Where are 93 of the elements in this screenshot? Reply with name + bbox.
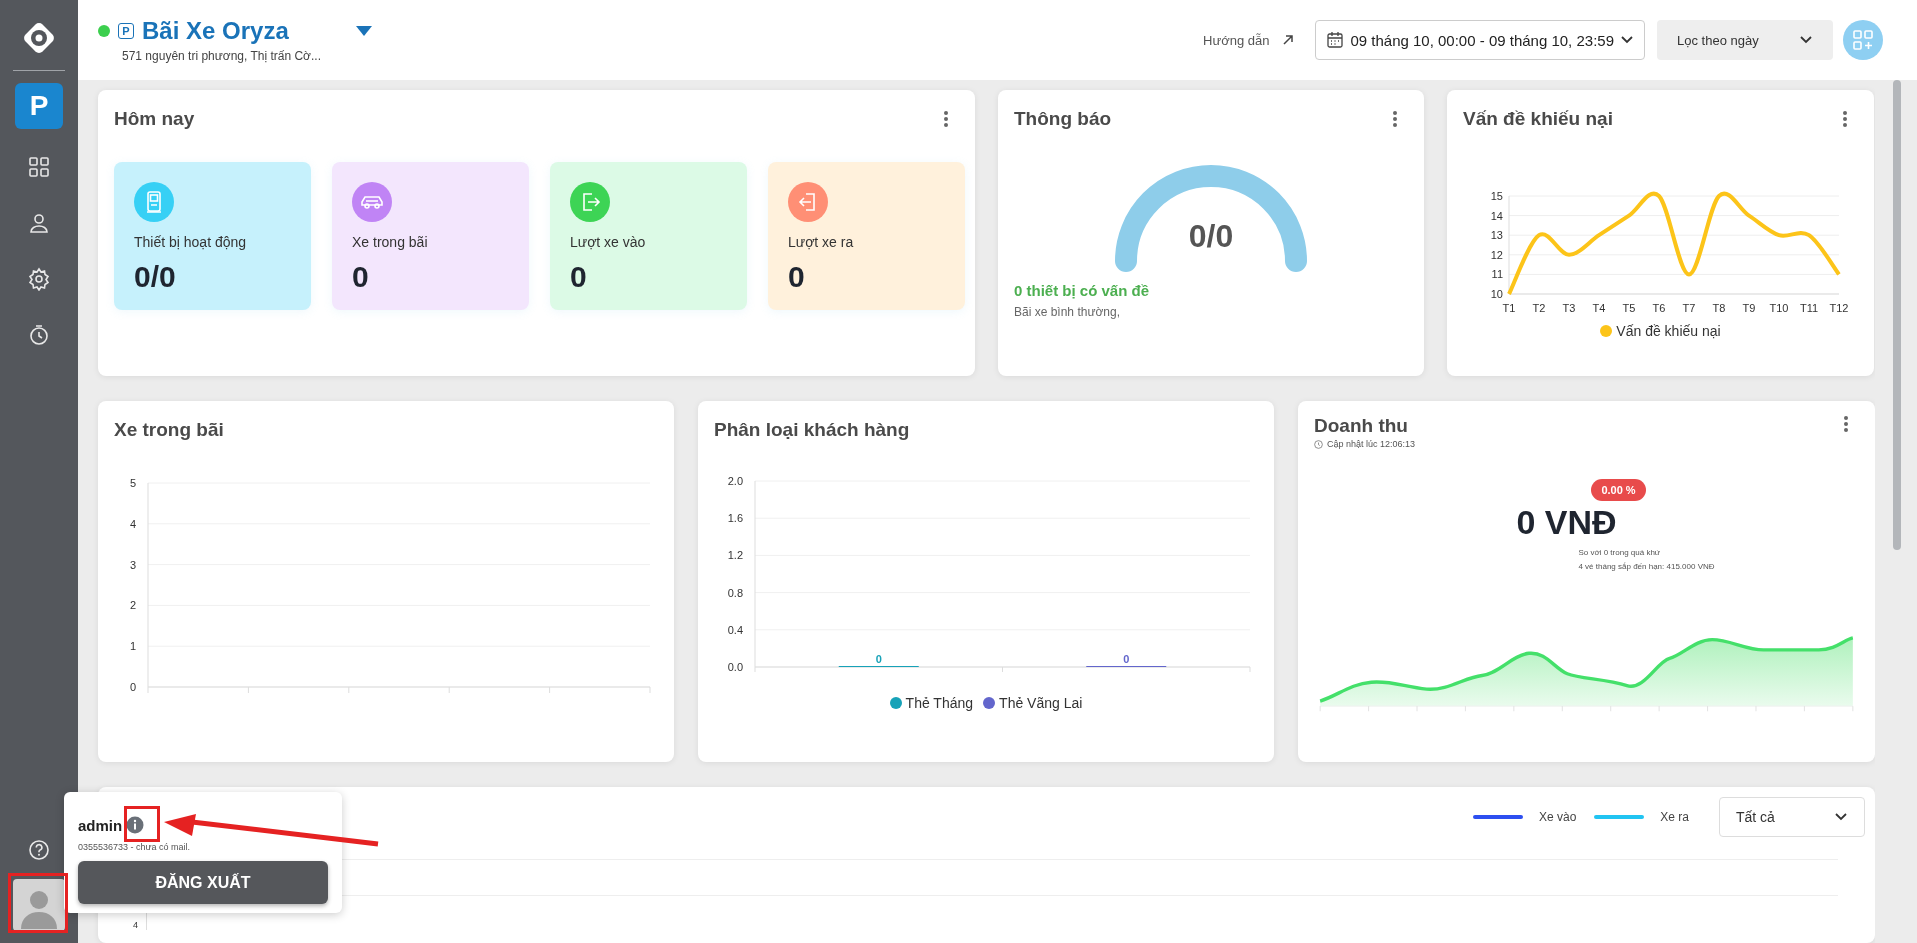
updated-time: Cập nhật lúc 12:06:13 [1327, 439, 1416, 449]
card-title: Xe trong bãi [114, 419, 224, 441]
logout-button[interactable]: ĐĂNG XUẤT [78, 861, 328, 904]
stat-value: 0 [788, 260, 806, 294]
stat-label: Xe trong bãi [352, 234, 429, 250]
axis-tick: 1.2 [727, 549, 743, 562]
more-icon[interactable] [1392, 110, 1398, 128]
axis-tick: T12 [1829, 302, 1849, 314]
status-text: Bãi xe bình thường, [1013, 304, 1121, 319]
stat-label: Thiết bị hoạt động [134, 234, 248, 250]
card-title: Vấn đề khiếu nại [1463, 108, 1613, 130]
axis-tick: T8 [1712, 302, 1726, 314]
date-range-picker[interactable]: 09 tháng 10, 00:00 - 09 tháng 10, 23:59 [1315, 20, 1645, 60]
highlight-box [8, 873, 68, 933]
more-icon[interactable] [1843, 415, 1849, 433]
car-icon [352, 182, 392, 222]
card-title: Phân loại khách hàng [714, 419, 910, 441]
clock-icon [1314, 439, 1323, 449]
logout-icon [788, 182, 828, 222]
axis-tick: 15 [1490, 190, 1503, 202]
data-label: 0 [875, 653, 882, 665]
axis-tick: 10 [1490, 288, 1503, 300]
stat-label: Lượt xe vào [570, 234, 647, 250]
vehicle-filter-dropdown[interactable]: Tất cả [1719, 797, 1865, 837]
legend-label: Xe ra [1660, 810, 1689, 824]
axis-tick: 13 [1490, 229, 1503, 242]
axis-tick: T1 [1502, 302, 1516, 314]
due-text: 4 vé tháng sắp đến hạn: 415.000 VNĐ [1578, 562, 1715, 571]
more-icon[interactable] [943, 110, 949, 128]
calendar-icon [1326, 31, 1345, 49]
card-title: Thông báo [1014, 108, 1112, 130]
axis-tick: 11 [1491, 268, 1503, 281]
axis-tick: T7 [1682, 302, 1696, 314]
axis-tick: T2 [1532, 302, 1546, 314]
chevron-down-icon [1834, 812, 1848, 822]
axis-tick: T6 [1652, 302, 1666, 314]
avatar[interactable] [13, 879, 65, 931]
comparison-text: So với 0 trong quá khứ [1578, 548, 1662, 557]
axis-tick: 0.8 [727, 586, 743, 599]
axis-tick: 1.6 [727, 512, 743, 525]
axis-tick: T10 [1769, 302, 1789, 314]
issue-count: 0 thiết bị có vấn đề [1013, 281, 1151, 299]
axis-tick: 0.0 [727, 661, 743, 673]
chevron-down-icon [1799, 35, 1813, 45]
revenue-amount: 0 VNĐ [1516, 503, 1617, 542]
kiosk-icon [134, 182, 174, 222]
card-title: Doanh thu [1314, 415, 1409, 437]
parking-tab[interactable]: P [15, 83, 63, 129]
legend-label: Thẻ Vãng Lai [999, 695, 1083, 711]
card-title: Hôm nay [114, 108, 195, 130]
axis-tick: 3 [129, 558, 136, 571]
axis-tick: 4 [129, 517, 136, 530]
gauge-value: 0/0 [1187, 218, 1235, 255]
legend-label: Xe vào [1538, 810, 1577, 824]
axis-tick: T11 [1799, 302, 1819, 314]
axis-tick: T3 [1562, 302, 1576, 314]
stat-label: Lượt xe ra [788, 234, 855, 250]
contact-info: 0355536733 - chưa có mail. [78, 842, 192, 852]
chevron-down-icon [1620, 35, 1634, 45]
change-badge: 0.00 % [1591, 479, 1646, 501]
legend-label: Thẻ Tháng [905, 695, 974, 711]
legend-label: Vấn đề khiếu nại [1616, 323, 1721, 339]
more-icon[interactable] [1842, 110, 1848, 128]
guide-link[interactable]: Hướng dẫn [1203, 32, 1270, 48]
date-filter-dropdown[interactable]: Lọc theo ngày [1657, 20, 1833, 60]
axis-tick: 0 [129, 681, 136, 693]
axis-tick: 2.0 [727, 475, 743, 487]
axis-tick: 14 [1490, 209, 1503, 222]
axis-tick: 12 [1490, 248, 1503, 261]
axis-tick: 1 [129, 640, 136, 653]
external-link-icon[interactable] [1281, 33, 1296, 47]
grid-plus-icon [1852, 29, 1874, 51]
axis-tick: 4 [133, 920, 138, 930]
info-icon[interactable] [126, 816, 145, 834]
login-icon [570, 182, 610, 222]
stat-value: 0 [352, 260, 370, 294]
data-label: 0 [1123, 653, 1130, 665]
stat-value: 0 [570, 260, 588, 294]
parking-badge: P [118, 23, 134, 39]
axis-tick: T5 [1622, 302, 1636, 314]
axis-tick: 5 [129, 477, 136, 489]
address: 571 nguyên tri phương, Thị trấn Cờ... [122, 49, 322, 63]
scrollbar[interactable] [1893, 80, 1901, 550]
parking-lot-title: Bãi Xe Oryza [142, 17, 289, 45]
axis-tick: 2 [129, 599, 136, 612]
caret-icon[interactable] [354, 25, 373, 37]
stat-value: 0/0 [134, 260, 177, 294]
user-name: admin [78, 816, 123, 834]
highlight-box [124, 806, 160, 842]
axis-tick: 0.4 [727, 623, 743, 636]
axis-tick: T4 [1592, 302, 1606, 314]
help-icon[interactable] [28, 839, 50, 861]
axis-tick: T9 [1742, 302, 1756, 314]
